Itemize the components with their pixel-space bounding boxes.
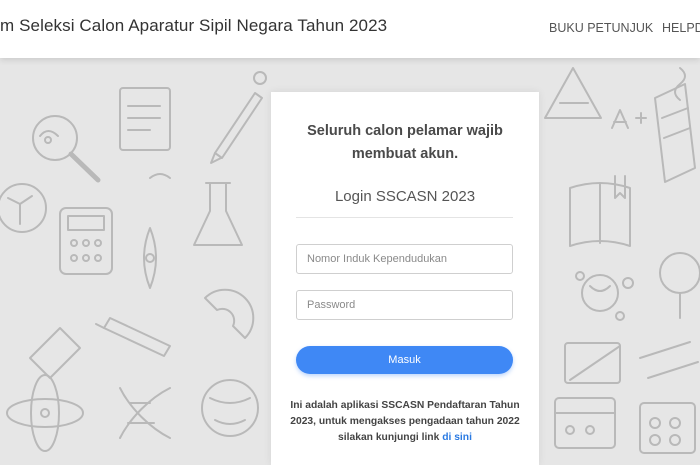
info-text: Ini adalah aplikasi SSCASN Pendaftaran T… <box>289 398 521 446</box>
nav-user-guide[interactable]: BUKU PETUNJUK <box>549 21 653 35</box>
login-card: Seluruh calon pelamar wajib membuat akun… <box>271 92 539 465</box>
login-title: Login SSCASN 2023 <box>334 188 476 205</box>
login-button[interactable]: Masuk <box>296 346 513 374</box>
app-title: m Seleksi Calon Aparatur Sipil Negara Ta… <box>0 16 388 35</box>
notice-line-2: membuat akun. <box>351 146 459 162</box>
notice-line-1: Seluruh calon pelamar wajib <box>307 123 503 139</box>
old-portal-link[interactable]: di sini <box>442 432 472 443</box>
password-input[interactable] <box>296 290 513 320</box>
nav-helpdesk[interactable]: HELPD <box>662 21 700 35</box>
top-navbar: m Seleksi Calon Aparatur Sipil Negara Ta… <box>0 0 700 58</box>
nik-input[interactable] <box>296 244 513 274</box>
divider <box>296 217 513 218</box>
registration-notice: Seluruh calon pelamar wajib membuat akun… <box>271 120 539 166</box>
info-message: Ini adalah aplikasi SSCASN Pendaftaran T… <box>290 400 520 443</box>
